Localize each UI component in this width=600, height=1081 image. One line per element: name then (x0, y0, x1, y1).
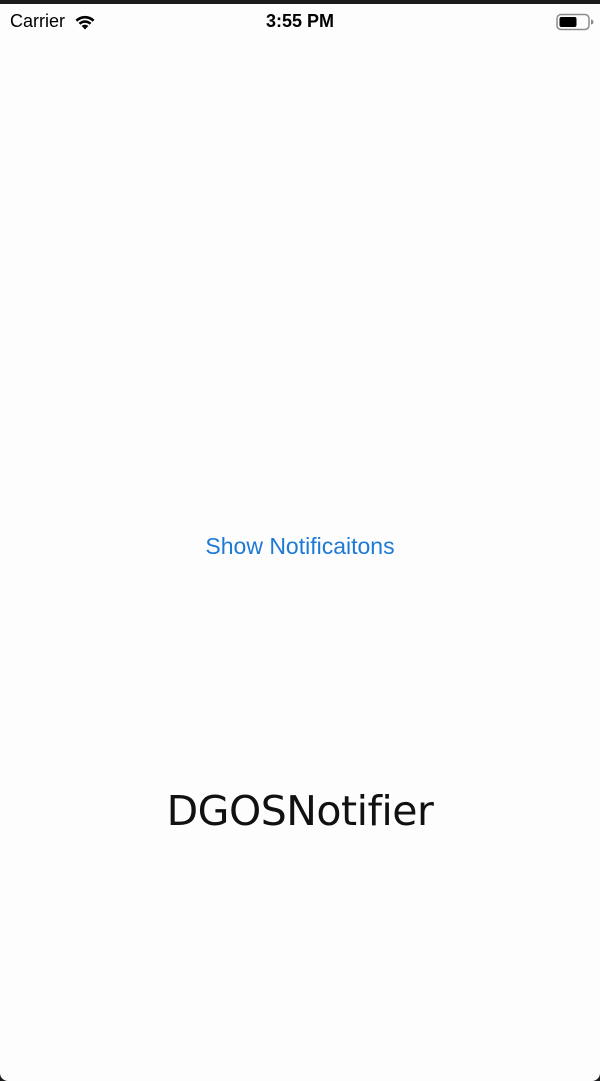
app-screen: Carrier 3:55 PM Show Notificaitons DGOSN… (0, 0, 600, 1081)
carrier-label: Carrier (10, 11, 66, 31)
app-title: DGOSNotifier (166, 787, 434, 835)
status-bar: Carrier 3:55 PM (0, 4, 600, 42)
battery-icon (556, 13, 594, 31)
wifi-icon (75, 15, 95, 30)
carrier-group: Carrier (10, 11, 97, 31)
show-notifications-button[interactable]: Show Notificaitons (150, 527, 450, 565)
